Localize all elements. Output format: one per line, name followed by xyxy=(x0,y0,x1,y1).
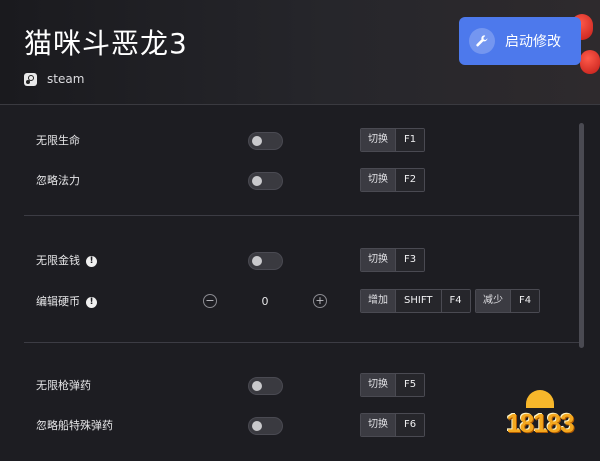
hotkey-action: 切换 xyxy=(361,169,395,191)
divider xyxy=(24,342,579,343)
cheat-label: 忽略法力 xyxy=(36,174,80,187)
hotkey-action: 切换 xyxy=(361,249,395,271)
platform-label: steam xyxy=(47,72,85,86)
hotkey-badge: 切换 F2 xyxy=(360,168,426,192)
hotkey-key: F6 xyxy=(395,414,425,436)
info-icon[interactable]: ! xyxy=(86,296,97,308)
game-title: 猫咪斗恶龙3 xyxy=(24,27,188,60)
cheat-row-infinite-money: 无限金钱 ! 切换 F3 xyxy=(0,246,580,276)
hotkey-action: 切换 xyxy=(361,129,395,151)
header: 猫咪斗恶龙3 steam 启动修改 xyxy=(0,0,600,105)
cheat-label: 无限枪弹药 xyxy=(36,379,91,392)
cheat-label: 编辑硬币 ! xyxy=(36,287,97,317)
hotkey-badge: 切换 F1 xyxy=(360,128,426,152)
start-modify-button[interactable]: 启动修改 xyxy=(459,17,581,65)
watermark-text: 18183 xyxy=(506,408,574,438)
watermark-logo: 18183 xyxy=(490,390,590,450)
cheat-row-ignore-mana: 忽略法力 切换 F2 xyxy=(0,166,580,196)
hotkey-action: 切换 xyxy=(361,414,395,436)
cheat-label: 无限金钱 ! xyxy=(36,246,97,276)
hotkey-modifier: SHIFT xyxy=(395,290,441,312)
wrench-icon xyxy=(469,28,495,54)
toggle-switch[interactable] xyxy=(248,377,283,395)
toggle-switch[interactable] xyxy=(248,132,283,150)
coin-value: 0 xyxy=(261,295,269,308)
cheat-label: 忽略船特殊弹药 xyxy=(36,419,113,432)
hotkey-action: 减少 xyxy=(476,290,510,312)
toggle-switch[interactable] xyxy=(248,172,283,190)
divider xyxy=(24,215,579,216)
hotkey-key: F4 xyxy=(440,290,470,312)
hotkey-key: F5 xyxy=(395,374,425,396)
hotkey-badge: 切换 F3 xyxy=(360,248,426,272)
hotkey-badge: 切换 F5 xyxy=(360,373,426,397)
toggle-switch[interactable] xyxy=(248,252,283,270)
steam-icon xyxy=(24,72,37,86)
platform-badge: steam xyxy=(24,72,84,86)
cheat-label: 无限生命 xyxy=(36,134,80,147)
hotkey-action: 切换 xyxy=(361,374,395,396)
info-icon[interactable]: ! xyxy=(86,255,97,267)
sun-icon xyxy=(526,390,554,408)
hotkey-action: 增加 xyxy=(361,290,395,312)
hotkey-key: F4 xyxy=(510,290,540,312)
cheat-row-edit-coins: 编辑硬币 ! − 0 + 增加 SHIFT F4 减少 F4 xyxy=(0,287,580,317)
increment-button[interactable]: + xyxy=(313,294,327,308)
start-modify-label: 启动修改 xyxy=(505,34,561,50)
decrement-button[interactable]: − xyxy=(203,294,217,308)
cheat-row-infinite-life: 无限生命 切换 F1 xyxy=(0,126,580,156)
hotkey-key: F2 xyxy=(395,169,425,191)
hotkey-badge: 切换 F6 xyxy=(360,413,426,437)
hotkey-key: F1 xyxy=(395,129,425,151)
lantern-decoration xyxy=(580,50,600,74)
hotkey-badge-increase: 增加 SHIFT F4 xyxy=(360,289,471,313)
hotkey-badge-decrease: 减少 F4 xyxy=(475,289,541,313)
toggle-switch[interactable] xyxy=(248,417,283,435)
hotkey-key: F3 xyxy=(395,249,425,271)
